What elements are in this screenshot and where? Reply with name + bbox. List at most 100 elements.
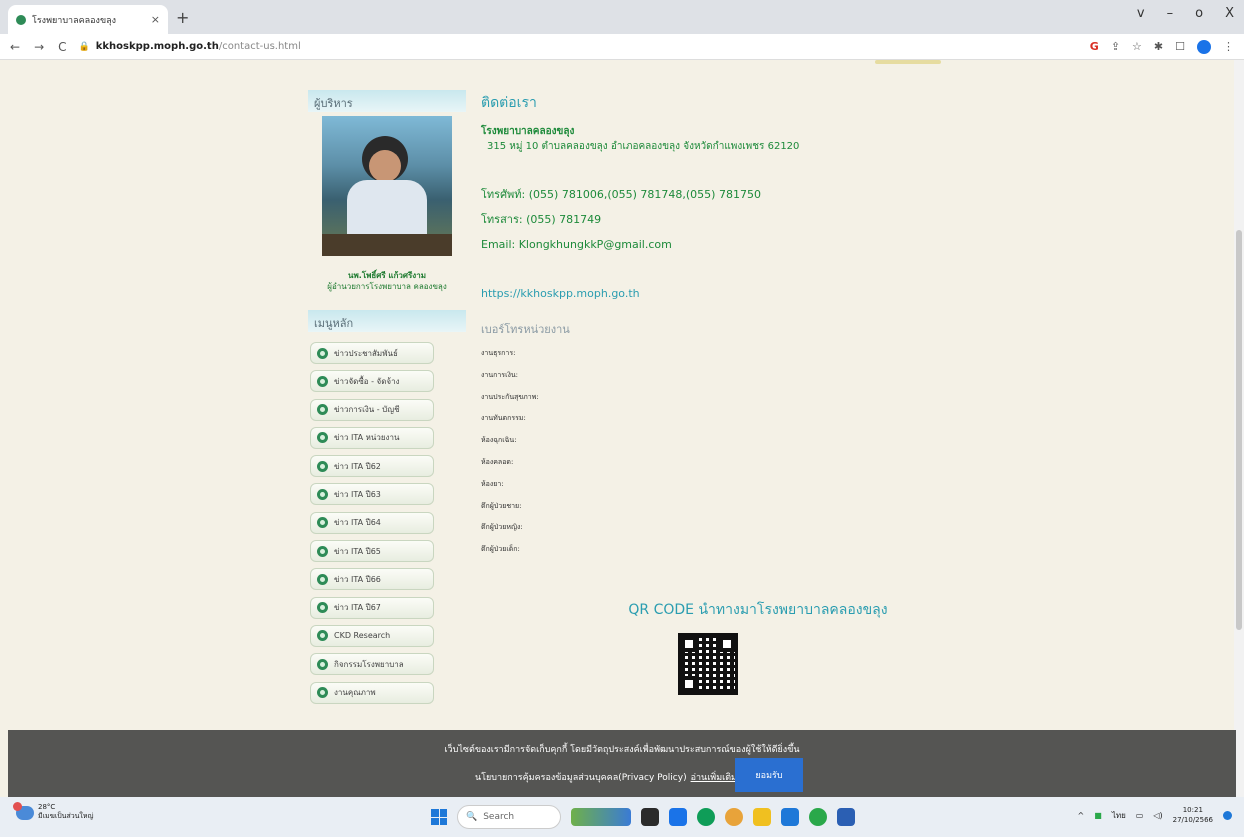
menu-item-label: ข่าวจัดซื้อ - จัดจ้าง <box>334 376 400 386</box>
org-name: โรงพยาบาลคลองขลุง <box>481 126 575 137</box>
language-icon[interactable]: ไทย <box>1112 809 1126 822</box>
cookie-banner: เว็บไซต์ของเรามีการจัดเก็บคุกกี้ โดยมีวั… <box>8 730 1236 797</box>
task-view-icon[interactable] <box>641 808 659 826</box>
menu-bullet-icon <box>317 687 328 699</box>
department-row: งานทันตกรรม: <box>481 414 526 423</box>
profile-avatar-icon[interactable] <box>1197 39 1211 54</box>
menu-item-label: ข่าวการเงิน - บัญชี <box>334 405 400 415</box>
windows-start-icon[interactable] <box>431 809 447 825</box>
menu-item-label: ข่าว ITA หน่วยงาน <box>334 433 400 443</box>
menu-item[interactable]: ข่าว ITA ปี64 <box>310 511 434 534</box>
word-app-icon[interactable] <box>837 808 855 826</box>
clock-date: 27/10/2566 <box>1172 816 1213 824</box>
minimize-button[interactable]: – <box>1167 6 1174 21</box>
edge-browser-icon[interactable] <box>697 808 715 826</box>
executive-photo <box>322 116 452 256</box>
notification-icon[interactable] <box>1223 810 1232 820</box>
store-icon[interactable] <box>669 808 687 826</box>
tab-close-icon[interactable]: × <box>151 13 160 26</box>
menu-item[interactable]: ข่าว ITA ปี62 <box>310 455 434 478</box>
department-row: ห้องคลอด: <box>481 457 514 466</box>
window-controls: v – o X <box>1137 6 1234 21</box>
department-row: ตึกผู้ป่วยชาย: <box>481 501 522 510</box>
menu-item[interactable]: ข่าวการเงิน - บัญชี <box>310 398 434 421</box>
menu-item[interactable]: กิจกรรมโรงพยาบาล <box>310 653 434 676</box>
main-menu-heading: เมนูหลัก <box>308 310 466 332</box>
browser-menu-icon[interactable]: ⋮ <box>1223 40 1234 53</box>
menu-item-label: ข่าว ITA ปี64 <box>334 518 381 528</box>
photo-face <box>369 150 401 182</box>
left-sidebar: ผู้บริหาร นพ.โพธิ์ศรี แก้วศรีงาม ผู้อำนว… <box>308 90 466 710</box>
scrollbar-thumb[interactable] <box>1236 230 1242 630</box>
menu-bullet-icon <box>317 602 328 614</box>
menu-item[interactable]: ข่าว ITA ปี66 <box>310 568 434 591</box>
chrome-browser-icon[interactable] <box>725 808 743 826</box>
windows-taskbar: 28°C มีเมฆเป็นส่วนใหญ่ 🔍 Search ^ ■ ไทย … <box>0 797 1244 837</box>
page-title: ติดต่อเรา <box>481 95 537 111</box>
tab-title: โรงพยาบาลคลองขลุง <box>32 15 117 26</box>
menu-item[interactable]: ข่าว ITA ปี67 <box>310 596 434 619</box>
weather-widget[interactable]: 28°C มีเมฆเป็นส่วนใหญ่ <box>13 801 94 822</box>
google-extension-icon[interactable]: G <box>1090 40 1099 53</box>
department-row: ตึกผู้ป่วยหญิง: <box>481 523 523 532</box>
taskbar-widget-icon[interactable] <box>571 808 631 826</box>
qr-code-image <box>678 633 738 695</box>
line-app-icon[interactable] <box>809 808 827 826</box>
url-field[interactable]: kkhoskpp.moph.go.th/contact-us.html <box>96 41 301 52</box>
mail-icon[interactable] <box>781 808 799 826</box>
menu-bullet-icon <box>317 545 328 557</box>
department-row: งานประกันสุขภาพ: <box>481 392 539 401</box>
taskbar-apps: 🔍 Search <box>431 805 855 829</box>
executive-position: ผู้อำนวยการโรงพยาบาล คลองขลุง <box>327 282 447 291</box>
bookmark-star-icon[interactable]: ☆ <box>1132 40 1142 53</box>
network-icon[interactable]: ▭ <box>1136 811 1144 820</box>
forward-button[interactable]: → <box>34 40 44 54</box>
qr-finder <box>681 676 697 692</box>
share-icon[interactable]: ⇪ <box>1111 40 1120 53</box>
email-address[interactable]: Email: KlongkhungkkP@gmail.com <box>481 232 1201 257</box>
browser-tab[interactable]: โรงพยาบาลคลองขลุง × <box>8 5 168 34</box>
extensions-puzzle-icon[interactable]: ✱ <box>1154 40 1163 53</box>
menu-item-label: ข่าว ITA ปี67 <box>334 603 381 613</box>
clock-time: 10:21 <box>1182 806 1203 814</box>
back-button[interactable]: ← <box>10 40 20 54</box>
menu-item[interactable]: ข่าวประชาสัมพันธ์ <box>310 342 434 364</box>
weather-text: มีเมฆเป็นส่วนใหญ่ <box>38 812 94 820</box>
department-row: งานธุรการ: <box>481 349 516 357</box>
page-scrollbar[interactable] <box>1234 60 1244 797</box>
tab-search-icon[interactable]: v <box>1137 6 1145 21</box>
search-icon: 🔍 <box>466 812 478 822</box>
new-tab-button[interactable]: + <box>176 8 189 27</box>
side-panel-icon[interactable]: ☐ <box>1175 40 1185 53</box>
menu-item[interactable]: ข่าวจัดซื้อ - จัดจ้าง <box>310 370 434 393</box>
clock[interactable]: 10:21 27/10/2566 <box>1173 805 1213 825</box>
address-bar: ← → C 🔒 kkhoskpp.moph.go.th/contact-us.h… <box>0 34 1244 60</box>
volume-icon[interactable]: ◁) <box>1153 811 1162 820</box>
menu-item[interactable]: ข่าว ITA ปี65 <box>310 540 434 563</box>
read-more-link[interactable]: อ่านเพิ่มเติม <box>691 773 737 783</box>
taskbar-search-label: Search <box>483 812 515 822</box>
maximize-button[interactable]: o <box>1195 6 1203 21</box>
file-explorer-icon[interactable] <box>753 808 771 826</box>
menu-item[interactable]: CKD Research <box>310 624 434 647</box>
menu-item-label: กิจกรรมโรงพยาบาล <box>334 659 404 669</box>
lock-icon[interactable]: 🔒 <box>79 42 90 52</box>
tray-chevron-icon[interactable]: ^ <box>1078 811 1085 820</box>
menu-item[interactable]: ข่าว ITA ปี63 <box>310 483 434 506</box>
website-link[interactable]: https://kkhoskpp.moph.go.th <box>481 287 1201 300</box>
qr-finder <box>719 636 735 652</box>
menu-item[interactable]: งานคุณภาพ <box>310 681 434 704</box>
photo-shirt <box>347 180 427 240</box>
system-tray: ^ ■ ไทย ▭ ◁) 10:21 27/10/2566 <box>1078 805 1232 825</box>
taskbar-search[interactable]: 🔍 Search <box>457 805 561 829</box>
executive-heading: ผู้บริหาร <box>308 90 466 112</box>
menu-item-label: งานคุณภาพ <box>334 688 376 698</box>
close-window-button[interactable]: X <box>1225 6 1234 21</box>
accept-cookies-button[interactable]: ยอมรับ <box>735 758 803 792</box>
menu-bullet-icon <box>317 630 328 642</box>
reload-button[interactable]: C <box>58 40 66 54</box>
menu-item-label: ข่าว ITA ปี66 <box>334 574 381 584</box>
department-row: ห้องฉุกเฉิน: <box>481 436 517 445</box>
menu-item[interactable]: ข่าว ITA หน่วยงาน <box>310 426 434 449</box>
tray-app-icon[interactable]: ■ <box>1094 811 1102 820</box>
